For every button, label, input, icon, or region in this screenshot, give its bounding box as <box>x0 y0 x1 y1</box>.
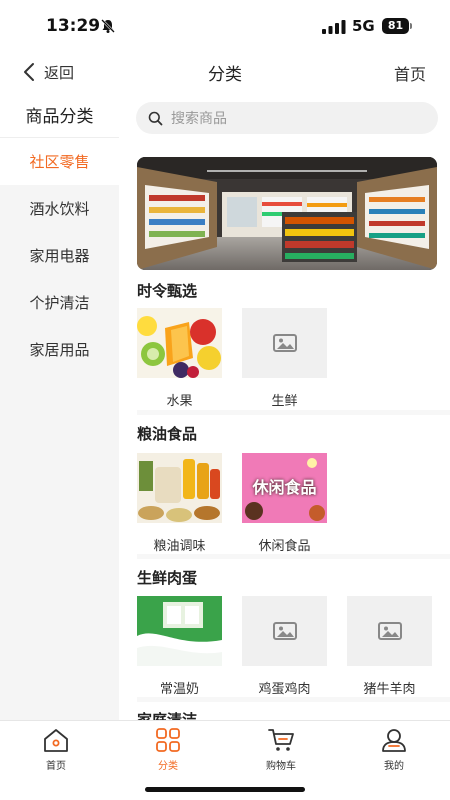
status-bar: 13:29 5G 81 <box>0 0 450 52</box>
category-sidebar: 商品分类 社区零售 酒水饮料 家用电器 个护清洁 家居用品 <box>0 92 119 720</box>
tab-label: 购物车 <box>266 761 296 772</box>
bell-muted-icon <box>101 19 115 33</box>
chevron-left-icon <box>24 63 34 81</box>
tab-label: 首页 <box>46 761 66 772</box>
grid-icon <box>156 728 180 752</box>
subcategory-label: 水果 <box>166 394 193 409</box>
sidebar-item-home-goods[interactable]: 家居用品 <box>0 326 119 373</box>
subcategory-pork-beef-lamb[interactable]: 猪牛羊肉 <box>347 596 432 697</box>
subcategory-fresh[interactable]: 生鲜 <box>242 308 327 409</box>
subcategory-label: 鸡蛋鸡肉 <box>258 682 311 697</box>
home-link[interactable]: 首页 <box>394 61 426 85</box>
section-fresh-meat-egg: 生鲜肉蛋 常温奶 鸡蛋鸡肉 猪牛羊肉 <box>137 565 450 697</box>
sidebar-item-personal-care[interactable]: 个护清洁 <box>0 279 119 326</box>
subcategory-fruit[interactable]: 水果 <box>137 308 222 409</box>
status-time: 13:29 <box>46 16 101 36</box>
subcategory-grain-seasoning[interactable]: 粮油调味 <box>137 453 222 554</box>
section-grain-oil: 粮油食品 粮油调味 休闲食品 休闲食品 <box>137 421 450 554</box>
battery-level: 81 <box>382 18 409 34</box>
back-button[interactable]: 返回 <box>22 58 74 86</box>
subcategory-label: 粮油调味 <box>153 539 206 554</box>
home-indicator <box>145 787 305 792</box>
battery-icon: 81 <box>382 18 412 34</box>
tab-cart[interactable]: 购物车 <box>241 727 321 772</box>
subcategory-label: 猪牛羊肉 <box>363 682 416 697</box>
tab-label: 分类 <box>158 761 178 772</box>
signal-icon <box>322 20 346 34</box>
search-icon <box>148 111 163 125</box>
search-placeholder: 搜索商品 <box>171 111 227 127</box>
search-input[interactable]: 搜索商品 <box>136 102 438 134</box>
sidebar-item-community-retail[interactable]: 社区零售 <box>0 138 119 185</box>
user-icon <box>382 729 406 752</box>
section-divider <box>137 554 450 559</box>
cart-icon <box>268 729 294 751</box>
grain-oil-image <box>137 453 222 523</box>
section-seasonal: 时令甄选 水果 生鲜 <box>137 278 450 409</box>
snack-image: 休闲食品 <box>242 453 327 523</box>
tab-home[interactable]: 首页 <box>16 727 96 772</box>
sidebar-item-appliances[interactable]: 家用电器 <box>0 232 119 279</box>
subcategory-eggs-chicken[interactable]: 鸡蛋鸡肉 <box>242 596 327 697</box>
tab-label: 我的 <box>384 761 404 772</box>
milk-image <box>137 596 222 666</box>
section-divider <box>137 410 450 415</box>
sidebar-header: 商品分类 <box>0 92 119 138</box>
tab-category[interactable]: 分类 <box>128 727 208 772</box>
nav-bar: 返回 分类 首页 <box>0 52 450 92</box>
subcategory-label: 常温奶 <box>159 682 199 697</box>
subcategory-label: 生鲜 <box>271 394 298 409</box>
tab-profile[interactable]: 我的 <box>354 727 434 772</box>
snack-image-text: 休闲食品 <box>252 478 317 497</box>
subcategory-label: 休闲食品 <box>258 539 311 554</box>
home-icon <box>44 729 68 752</box>
section-title: 粮油食品 <box>137 425 198 443</box>
section-home-cleaning: 家庭清洁 <box>137 707 450 720</box>
fruit-image <box>137 308 222 378</box>
section-title: 时令甄选 <box>137 282 198 300</box>
section-divider <box>137 697 450 702</box>
network-label: 5G <box>352 17 375 35</box>
category-content: 搜索商品 时令甄选 水果 生鲜 粮油食品 粮油调味 休闲食品 休闲食品 生鲜肉蛋… <box>119 92 450 720</box>
sidebar-item-drinks[interactable]: 酒水饮料 <box>0 185 119 232</box>
image-placeholder-icon <box>242 596 327 666</box>
subcategory-snacks[interactable]: 休闲食品 休闲食品 <box>242 453 327 554</box>
subcategory-milk[interactable]: 常温奶 <box>137 596 222 697</box>
image-placeholder-icon <box>347 596 432 666</box>
back-label: 返回 <box>44 63 75 82</box>
store-banner-image[interactable] <box>137 157 437 270</box>
section-title: 家庭清洁 <box>137 711 198 720</box>
image-placeholder-icon <box>242 308 327 378</box>
section-title: 生鲜肉蛋 <box>137 569 198 587</box>
